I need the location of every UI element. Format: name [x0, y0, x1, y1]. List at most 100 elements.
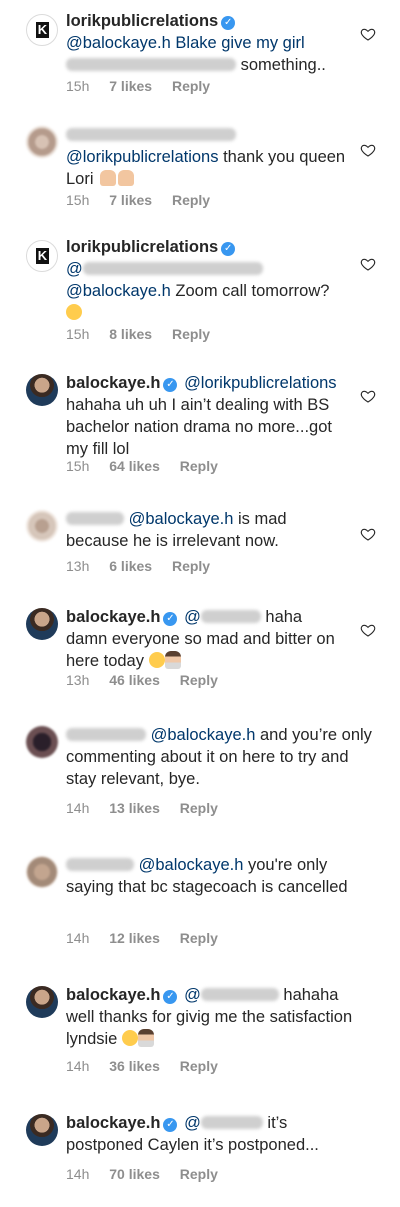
comment-text: well thanks for givig me the satisfactio…: [66, 1008, 353, 1048]
likes-count[interactable]: 7 likes: [109, 192, 152, 208]
comment-meta: 15h 7 likes Reply: [66, 78, 226, 94]
avatar[interactable]: [26, 986, 58, 1018]
reply-button[interactable]: Reply: [172, 558, 210, 574]
comment-text: it’s: [267, 1114, 288, 1132]
avatar[interactable]: K: [26, 14, 58, 46]
raising-hands-emoji: [118, 170, 135, 186]
likes-count[interactable]: 8 likes: [109, 326, 152, 342]
comment-body: lorikpublicrelations ✓ @balockaye.h Blake…: [66, 10, 350, 76]
username[interactable]: balockaye.h: [66, 986, 160, 1004]
comment-meta: 13h 46 likes Reply: [66, 672, 234, 688]
blurred-mention: [82, 262, 263, 275]
reply-button[interactable]: Reply: [180, 1058, 218, 1074]
reply-button[interactable]: Reply: [172, 192, 210, 208]
verified-badge-icon: ✓: [163, 1118, 178, 1132]
comment-text: haha: [265, 608, 303, 626]
avatar[interactable]: [26, 510, 58, 542]
mention-link[interactable]: @lorikpublicrelations: [66, 148, 218, 166]
reply-button[interactable]: Reply: [172, 78, 210, 94]
comment-body: @balockaye.h is mad because he is irrele…: [66, 508, 350, 552]
heart-icon[interactable]: [360, 526, 376, 542]
timestamp: 14h: [66, 930, 90, 946]
reply-button[interactable]: Reply: [180, 930, 218, 946]
comment-meta: 15h 7 likes Reply: [66, 192, 226, 208]
heart-icon[interactable]: [360, 388, 376, 404]
verified-badge-icon: ✓: [163, 378, 178, 392]
upside-down-face-emoji: [66, 304, 82, 320]
comment-body: lorikpublicrelations ✓ @ @balockaye.h Zoo…: [66, 236, 350, 324]
mention-link[interactable]: @lorikpublicrelations: [184, 374, 336, 392]
likes-count[interactable]: 7 likes: [109, 78, 152, 94]
comment-meta: 15h 8 likes Reply: [66, 326, 226, 342]
comment-text: Zoom call tomorrow?: [175, 282, 330, 300]
reply-button[interactable]: Reply: [172, 326, 210, 342]
comment-body: @balockaye.h you're only saying that bc …: [66, 854, 376, 898]
comment-meta: 14h 12 likes Reply: [66, 930, 234, 946]
comment-text: postponed Caylen it’s postponed...: [66, 1136, 319, 1154]
timestamp: 14h: [66, 1166, 90, 1182]
username[interactable]: balockaye.h: [66, 374, 160, 392]
username[interactable]: balockaye.h: [66, 1114, 160, 1132]
timestamp: 14h: [66, 800, 90, 816]
blurred-username: [66, 858, 134, 871]
mention-link[interactable]: @balockaye.h: [66, 282, 171, 300]
likes-count[interactable]: 12 likes: [109, 930, 160, 946]
timestamp: 14h: [66, 1058, 90, 1074]
timestamp: 15h: [66, 192, 90, 208]
timestamp: 13h: [66, 558, 90, 574]
timestamp: 15h: [66, 458, 90, 474]
blurred-mention: [200, 988, 279, 1001]
reply-button[interactable]: Reply: [180, 800, 218, 816]
comment-text: damn everyone so mad and bitter on here …: [66, 630, 335, 670]
man-shrugging-emoji: [164, 651, 181, 669]
likes-count[interactable]: 36 likes: [109, 1058, 160, 1074]
verified-badge-icon: ✓: [163, 612, 178, 626]
comment-text: hahaha uh uh I ain’t dealing with BS bac…: [66, 396, 332, 458]
mention-link[interactable]: @balockaye.h: [139, 856, 244, 874]
blurred-username: [66, 512, 124, 525]
blurred-mention: [200, 1116, 263, 1129]
timestamp: 15h: [66, 326, 90, 342]
blurred-username: [66, 728, 146, 741]
comment-body: @balockaye.h and you’re only commenting …: [66, 724, 376, 790]
heart-icon[interactable]: [360, 142, 376, 158]
blurred-mention: [66, 58, 236, 71]
avatar[interactable]: [26, 1114, 58, 1146]
username[interactable]: lorikpublicrelations: [66, 12, 218, 30]
heart-icon[interactable]: [360, 26, 376, 42]
avatar[interactable]: [26, 374, 58, 406]
comment-text: @balockaye.h Blake give my girl: [66, 34, 305, 52]
avatar[interactable]: [26, 856, 58, 888]
comment-body: balockaye.h ✓ @ hahaha well thanks for gi…: [66, 986, 353, 1048]
username[interactable]: lorikpublicrelations: [66, 238, 218, 256]
likes-count[interactable]: 46 likes: [109, 672, 160, 688]
avatar[interactable]: K: [26, 240, 58, 272]
comment-body: balockaye.h ✓ @ it’s postponed Caylen it’…: [66, 1114, 319, 1154]
reply-button[interactable]: Reply: [180, 458, 218, 474]
laughing-emoji: [121, 1030, 138, 1046]
likes-count[interactable]: 70 likes: [109, 1166, 160, 1182]
mention-link[interactable]: @balockaye.h: [129, 510, 234, 528]
likes-count[interactable]: 6 likes: [109, 558, 152, 574]
likes-count[interactable]: 64 likes: [109, 458, 160, 474]
man-shrugging-emoji: [137, 1029, 154, 1047]
avatar[interactable]: [26, 726, 58, 758]
comment-meta: 14h 13 likes Reply: [66, 800, 234, 816]
reply-button[interactable]: Reply: [180, 1166, 218, 1182]
raising-hands-emoji: [100, 170, 117, 186]
verified-badge-icon: ✓: [221, 16, 236, 30]
username[interactable]: balockaye.h: [66, 608, 160, 626]
comment-text: hahaha: [283, 986, 339, 1004]
avatar[interactable]: [26, 608, 58, 640]
reply-button[interactable]: Reply: [180, 672, 218, 688]
heart-icon[interactable]: [360, 256, 376, 272]
heart-icon[interactable]: [360, 622, 376, 638]
timestamp: 13h: [66, 672, 90, 688]
verified-badge-icon: ✓: [163, 990, 178, 1004]
avatar[interactable]: [26, 126, 58, 158]
verified-badge-icon: ✓: [221, 242, 236, 256]
comment-body: balockaye.h ✓ @ haha damn everyone so mad…: [66, 608, 335, 670]
comment-meta: 14h 36 likes Reply: [66, 1058, 234, 1074]
mention-link[interactable]: @balockaye.h: [151, 726, 256, 744]
likes-count[interactable]: 13 likes: [109, 800, 160, 816]
